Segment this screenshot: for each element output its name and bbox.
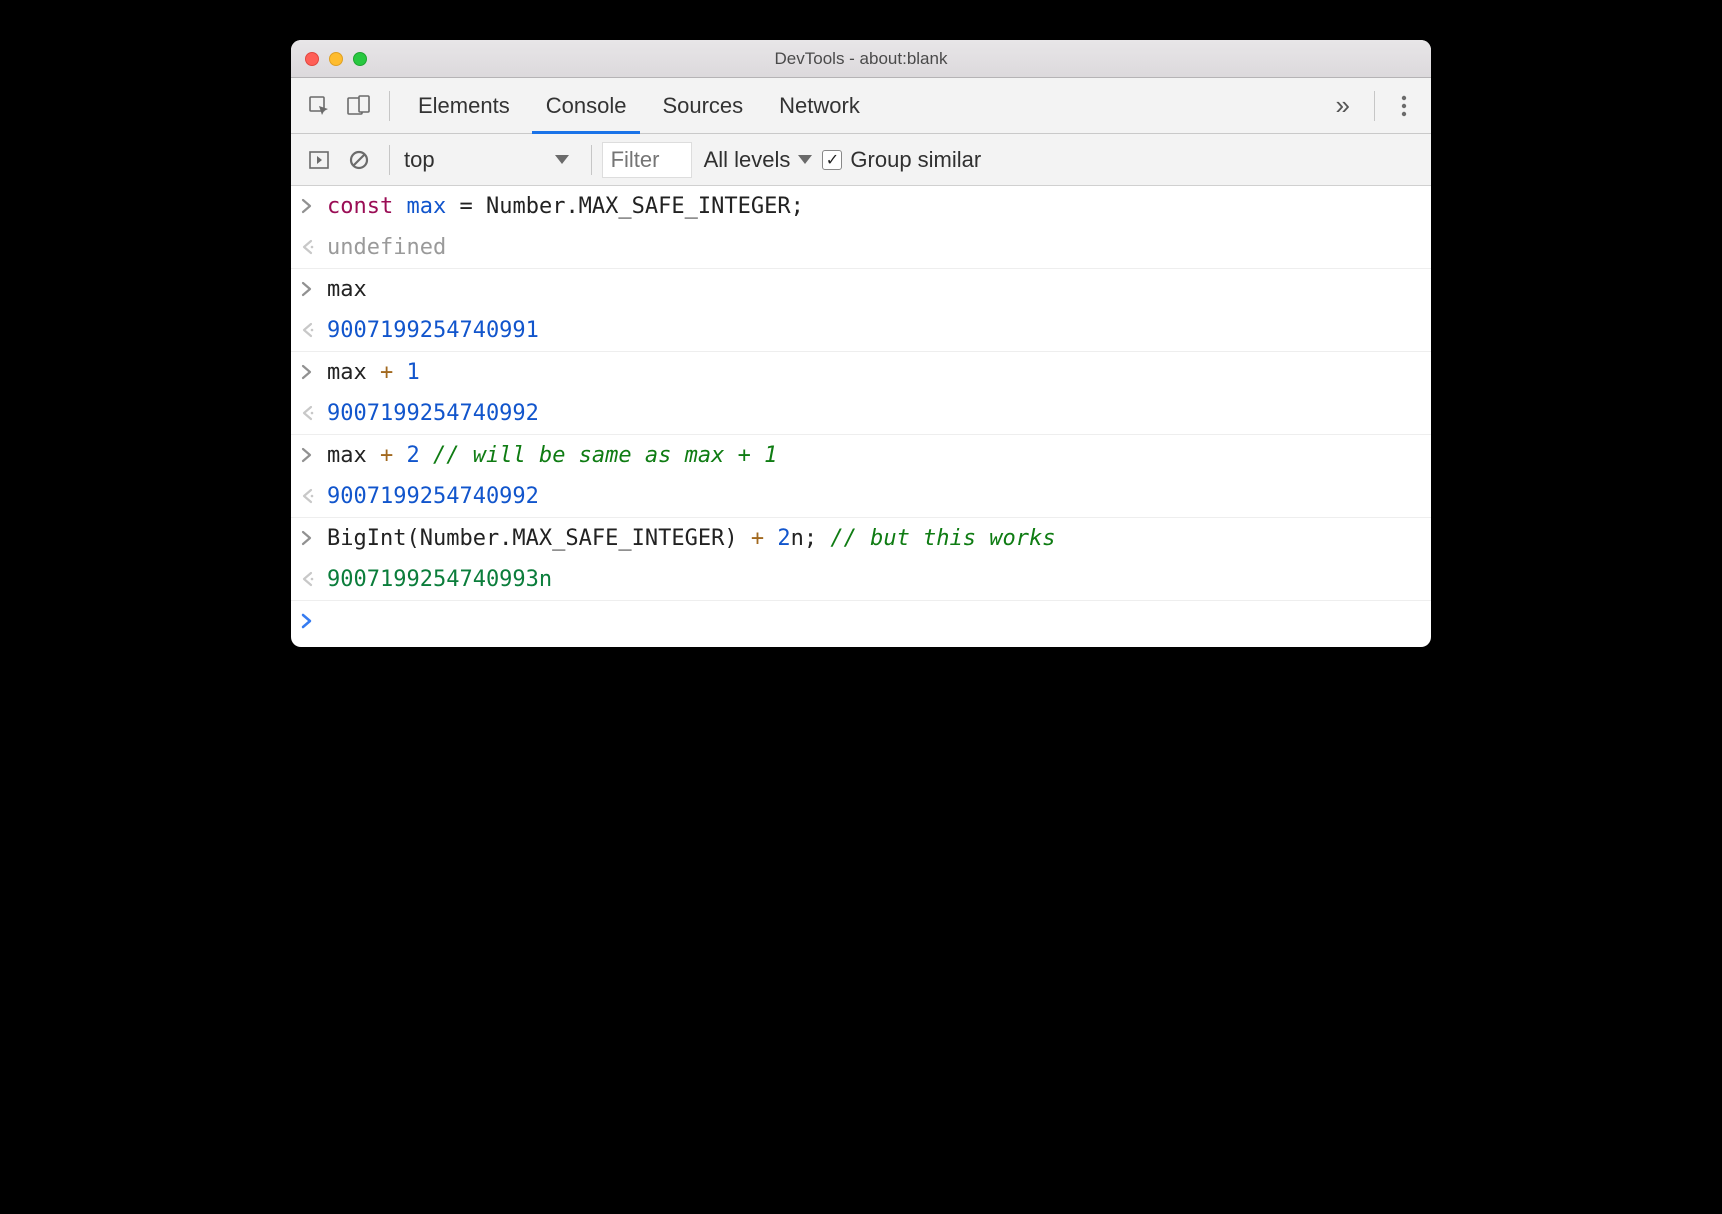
console-output-row: 9007199254740992 bbox=[291, 476, 1431, 518]
console-line-code[interactable]: const max = Number.MAX_SAFE_INTEGER; bbox=[327, 194, 804, 219]
window-titlebar[interactable]: DevTools - about:blank bbox=[291, 40, 1431, 78]
toggle-sidebar-icon[interactable] bbox=[301, 142, 337, 178]
console-filter-bar: top All levels ✓ Group similar bbox=[291, 134, 1431, 186]
input-chevron-icon bbox=[301, 360, 327, 380]
execution-context-label: top bbox=[404, 147, 435, 173]
group-similar-label: Group similar bbox=[850, 147, 981, 173]
console-line-code[interactable]: undefined bbox=[327, 235, 446, 260]
chevron-down-icon bbox=[555, 155, 569, 164]
devtools-main-toolbar: ElementsConsoleSourcesNetwork » bbox=[291, 78, 1431, 134]
console-input-row: max + 1 bbox=[291, 352, 1431, 393]
filterbar-separator bbox=[389, 145, 390, 175]
tab-sources[interactable]: Sources bbox=[644, 78, 761, 133]
output-chevron-icon bbox=[301, 318, 327, 338]
console-output: const max = Number.MAX_SAFE_INTEGER;unde… bbox=[291, 186, 1431, 601]
console-line-code[interactable]: 9007199254740993n bbox=[327, 567, 552, 592]
devtools-window: DevTools - about:blank ElementsConsoleSo… bbox=[291, 40, 1431, 647]
settings-menu-icon[interactable] bbox=[1385, 94, 1423, 118]
chevron-down-icon bbox=[798, 155, 812, 164]
output-chevron-icon bbox=[301, 567, 327, 587]
console-input-row: const max = Number.MAX_SAFE_INTEGER; bbox=[291, 186, 1431, 227]
console-input-row: max + 2 // will be same as max + 1 bbox=[291, 435, 1431, 476]
console-line-code[interactable]: BigInt(Number.MAX_SAFE_INTEGER) + 2n; //… bbox=[327, 526, 1056, 551]
window-title: DevTools - about:blank bbox=[291, 49, 1431, 69]
console-prompt-row[interactable] bbox=[291, 601, 1431, 637]
console-line-code[interactable]: 9007199254740991 bbox=[327, 318, 539, 343]
console-filter-input[interactable] bbox=[602, 142, 692, 178]
console-line-code[interactable]: max + 1 bbox=[327, 360, 420, 385]
console-output-row: undefined bbox=[291, 227, 1431, 269]
prompt-chevron-icon bbox=[301, 609, 327, 629]
input-chevron-icon bbox=[301, 443, 327, 463]
more-tabs-icon[interactable]: » bbox=[1322, 90, 1364, 121]
console-line-code[interactable]: max bbox=[327, 277, 367, 302]
tab-network[interactable]: Network bbox=[761, 78, 878, 133]
toolbar-separator bbox=[1374, 91, 1375, 121]
console-line-code[interactable]: 9007199254740992 bbox=[327, 484, 539, 509]
output-chevron-icon bbox=[301, 235, 327, 255]
console-line-code[interactable]: max + 2 // will be same as max + 1 bbox=[327, 443, 777, 468]
output-chevron-icon bbox=[301, 484, 327, 504]
group-similar-checkbox[interactable]: ✓ bbox=[822, 150, 842, 170]
tab-console[interactable]: Console bbox=[528, 78, 645, 133]
console-output-row: 9007199254740993n bbox=[291, 559, 1431, 601]
device-toolbar-icon[interactable] bbox=[341, 88, 377, 124]
console-input-row: max bbox=[291, 269, 1431, 310]
console-output-row: 9007199254740992 bbox=[291, 393, 1431, 435]
filterbar-separator bbox=[591, 145, 592, 175]
log-levels-selector[interactable]: All levels bbox=[704, 147, 813, 173]
input-chevron-icon bbox=[301, 277, 327, 297]
panel-tabs: ElementsConsoleSourcesNetwork bbox=[400, 78, 878, 133]
toolbar-separator bbox=[389, 91, 390, 121]
console-line-code[interactable]: 9007199254740992 bbox=[327, 401, 539, 426]
log-levels-label: All levels bbox=[704, 147, 791, 173]
output-chevron-icon bbox=[301, 401, 327, 421]
console-prompt-input[interactable] bbox=[327, 609, 331, 627]
input-chevron-icon bbox=[301, 526, 327, 546]
clear-console-icon[interactable] bbox=[341, 142, 377, 178]
execution-context-selector[interactable]: top bbox=[400, 147, 581, 173]
tab-elements[interactable]: Elements bbox=[400, 78, 528, 133]
inspect-element-icon[interactable] bbox=[301, 88, 337, 124]
input-chevron-icon bbox=[301, 194, 327, 214]
console-input-row: BigInt(Number.MAX_SAFE_INTEGER) + 2n; //… bbox=[291, 518, 1431, 559]
console-output-row: 9007199254740991 bbox=[291, 310, 1431, 352]
